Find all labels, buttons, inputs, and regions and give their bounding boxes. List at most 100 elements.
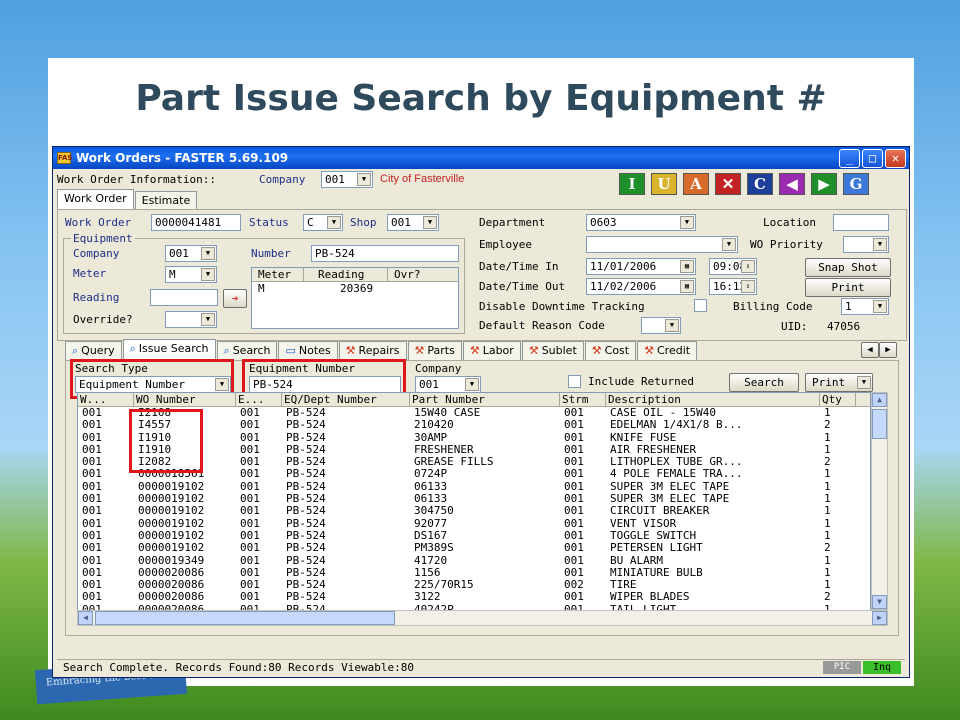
time-in-input[interactable]: 09:08 ⇕ bbox=[709, 258, 757, 275]
chevron-down-icon: ▼ bbox=[873, 238, 887, 251]
horizontal-scrollbar[interactable]: ◀ ▶ bbox=[77, 610, 888, 626]
tab-labor[interactable]: ⚒ Labor bbox=[462, 341, 521, 360]
column-header[interactable]: Description bbox=[606, 393, 820, 406]
unissue-icon[interactable]: U bbox=[651, 173, 677, 195]
table-row[interactable]: 001 0000019102 001 PB-524 06133 001 SUPER 3M E… bbox=[78, 481, 870, 493]
location-input[interactable] bbox=[833, 214, 889, 231]
previous-icon[interactable]: ◀ bbox=[779, 173, 805, 195]
table-cell: PB-524 bbox=[286, 517, 326, 530]
disable-downtime-checkbox[interactable] bbox=[694, 299, 707, 312]
table-cell: PB-524 bbox=[286, 480, 326, 493]
spinner-icon[interactable]: ⇕ bbox=[741, 280, 755, 293]
scroll-down-icon[interactable]: ▼ bbox=[872, 595, 887, 609]
table-cell: 0000019102 bbox=[138, 542, 205, 555]
scroll-thumb[interactable] bbox=[872, 409, 887, 439]
print-button[interactable]: Print bbox=[805, 278, 891, 297]
wo-priority-select[interactable]: ▼ bbox=[843, 236, 889, 253]
employee-select[interactable]: ▼ bbox=[586, 236, 738, 253]
next-icon[interactable]: ▶ bbox=[811, 173, 837, 195]
column-header[interactable]: WO Number bbox=[134, 393, 236, 406]
tab-issue-search[interactable]: ⌕ Issue Search bbox=[122, 339, 216, 360]
tab-notes[interactable]: ▭ Notes bbox=[278, 341, 338, 360]
meter-select[interactable]: M ▼ bbox=[165, 266, 217, 283]
tab-scroll-right-icon[interactable]: ▶ bbox=[879, 342, 897, 358]
table-cell: PB-524 bbox=[286, 407, 326, 419]
column-header[interactable]: Part Number bbox=[410, 393, 560, 406]
tab-credit[interactable]: ⚒ Credit bbox=[637, 341, 698, 360]
tab-query[interactable]: ⌕ Query bbox=[65, 341, 122, 360]
reading-input[interactable] bbox=[150, 289, 218, 306]
table-row[interactable]: 001 0000019102 001 PB-524 304750 001 CIRCUIT B… bbox=[78, 505, 870, 517]
spinner-icon[interactable]: ⇕ bbox=[741, 260, 755, 273]
scroll-left-icon[interactable]: ◀ bbox=[78, 611, 93, 625]
time-out-input[interactable]: 16:12 ⇕ bbox=[709, 278, 757, 295]
maximize-button[interactable]: □ bbox=[862, 149, 883, 168]
column-header[interactable]: W... bbox=[78, 393, 134, 406]
column-header[interactable]: E... bbox=[236, 393, 282, 406]
title-bar[interactable]: FAS Work Orders - FASTER 5.69.109 bbox=[53, 147, 909, 169]
go-icon[interactable]: G bbox=[843, 173, 869, 195]
table-cell: 001 bbox=[240, 431, 260, 444]
minimize-button[interactable]: _ bbox=[839, 149, 860, 168]
column-header[interactable]: EQ/Dept Number bbox=[282, 393, 410, 406]
override-select[interactable]: ▼ bbox=[165, 311, 217, 328]
snap-shot-button[interactable]: Snap Shot bbox=[805, 258, 891, 277]
table-cell: 1 bbox=[824, 529, 831, 542]
tab-estimate[interactable]: Estimate bbox=[134, 191, 198, 210]
billing-code-select[interactable]: 1 ▼ bbox=[841, 298, 889, 315]
table-cell: 001 bbox=[564, 542, 584, 555]
add-icon[interactable]: A bbox=[683, 173, 709, 195]
vertical-scrollbar[interactable]: ▲ ▼ bbox=[871, 392, 888, 610]
copy-icon[interactable]: C bbox=[747, 173, 773, 195]
tab-label: Notes bbox=[298, 344, 331, 357]
delete-icon[interactable]: ✕ bbox=[715, 173, 741, 195]
column-header[interactable]: Qty bbox=[820, 393, 856, 406]
column-header[interactable]: Strm bbox=[560, 393, 606, 406]
h-scroll-thumb[interactable] bbox=[95, 611, 395, 625]
table-row[interactable]: 001 0000020086 001 PB-524 225/70R15 002 TIRE 1 bbox=[78, 579, 870, 591]
default-reason-select[interactable]: ▼ bbox=[641, 317, 681, 334]
table-row[interactable]: 001 0000020086 001 PB-524 1156 001 MINIATURE B… bbox=[78, 567, 870, 579]
work-order-input[interactable]: 0000041481 bbox=[151, 214, 241, 231]
tab-cost[interactable]: ⚒ Cost bbox=[584, 341, 637, 360]
date-in-input[interactable]: 11/01/2006 ▦ bbox=[586, 258, 696, 275]
header-company-select[interactable]: 001 ▼ bbox=[321, 171, 373, 188]
tab-sublet[interactable]: ⚒ Sublet bbox=[521, 341, 584, 360]
table-cell: BU ALARM bbox=[610, 554, 663, 567]
number-input[interactable]: PB-524 bbox=[311, 245, 459, 262]
table-cell: 001 bbox=[240, 443, 260, 456]
department-select[interactable]: 0603 ▼ bbox=[586, 214, 696, 231]
table-row[interactable]: 001 0000019102 001 PB-524 06133 001 SUPER 3M E… bbox=[78, 493, 870, 505]
shop-select[interactable]: 001 ▼ bbox=[387, 214, 439, 231]
calendar-icon[interactable]: ▦ bbox=[680, 280, 694, 293]
calendar-icon[interactable]: ▦ bbox=[680, 260, 694, 273]
print-menu-button[interactable]: Print ▼ bbox=[805, 373, 873, 392]
table-row[interactable]: 001 0000019102 001 PB-524 92077 001 VENT VISOR… bbox=[78, 518, 870, 530]
tab-repairs[interactable]: ⚒ Repairs bbox=[338, 341, 407, 360]
tab-scroll-left-icon[interactable]: ◀ bbox=[861, 342, 879, 358]
detail-tabs: ⌕ Query ⌕ Issue Search ⌕ Search ▭ Notes ⚒ Repairs… bbox=[65, 339, 698, 361]
eq-company-select[interactable]: 001 ▼ bbox=[165, 245, 217, 262]
tab-label: Labor bbox=[482, 344, 514, 357]
table-row[interactable]: 001 0000020086 001 PB-524 3122 001 WIPER BLADE… bbox=[78, 591, 870, 603]
search-company-select[interactable]: 001 ▼ bbox=[415, 376, 481, 393]
scroll-up-icon[interactable]: ▲ bbox=[872, 393, 887, 407]
status-bar: Search Complete. Records Found:80 Record… bbox=[57, 659, 905, 675]
date-out-input[interactable]: 11/02/2006 ▦ bbox=[586, 278, 696, 295]
tab-parts[interactable]: ⚒ Parts bbox=[407, 341, 462, 360]
status-select[interactable]: C ▼ bbox=[303, 214, 343, 231]
table-cell: 0000019349 bbox=[138, 554, 205, 567]
table-row[interactable]: 001 0000019102 001 PB-524 PM389S 001 PETERSEN … bbox=[78, 542, 870, 554]
table-row[interactable]: 001 0000019102 001 PB-524 DS167 001 TOGGLE SWI… bbox=[78, 530, 870, 542]
issue-icon[interactable]: I bbox=[619, 173, 645, 195]
table-cell: CASE OIL - 15W40 bbox=[610, 407, 716, 419]
tab-search[interactable]: ⌕ Search bbox=[216, 341, 278, 360]
table-cell: 001 bbox=[82, 407, 102, 419]
close-button[interactable]: ✕ bbox=[885, 149, 906, 168]
apply-reading-arrow-icon[interactable]: ➔ bbox=[223, 289, 247, 308]
include-returned-checkbox[interactable] bbox=[568, 375, 581, 388]
search-button[interactable]: Search bbox=[729, 373, 799, 392]
scroll-right-icon[interactable]: ▶ bbox=[872, 611, 887, 625]
tab-work-order[interactable]: Work Order bbox=[57, 189, 134, 210]
table-row[interactable]: 001 0000019349 001 PB-524 41720 001 BU ALARM 1 bbox=[78, 555, 870, 567]
